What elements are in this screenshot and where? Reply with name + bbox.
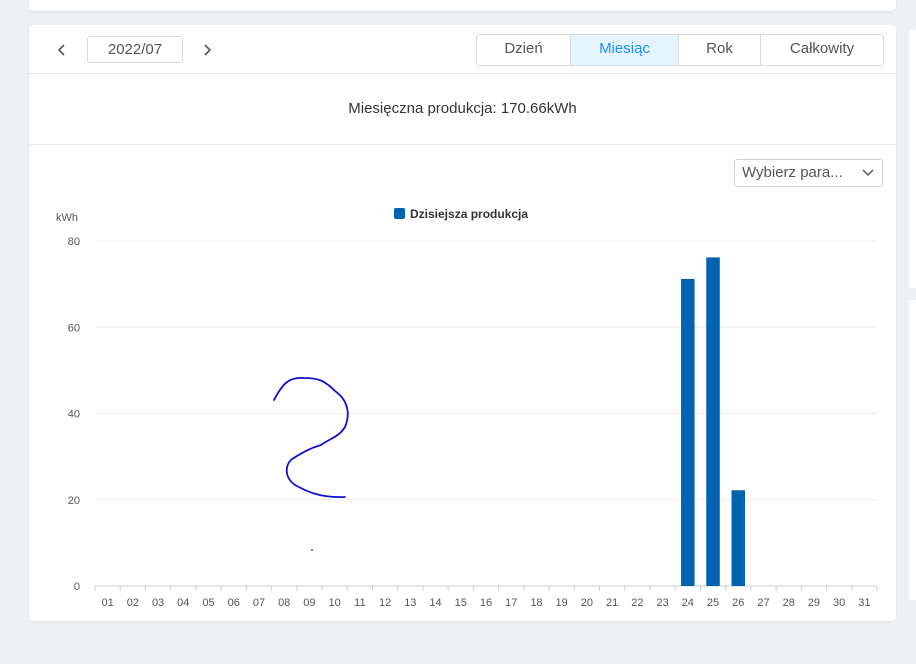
x-tick-label: 23 xyxy=(656,597,668,609)
side-panel-edge xyxy=(909,30,916,288)
x-axis: 01 02 03 04 05 06 07 08 09 10 11 12 13 14 15 16 17 18 19 20… xyxy=(94,585,878,609)
x-tick-label: 17 xyxy=(505,597,517,609)
grid xyxy=(95,240,877,501)
x-tick-label: 04 xyxy=(177,597,189,609)
annotation-dot xyxy=(311,549,313,551)
previous-card xyxy=(29,0,896,11)
x-tick-label: 09 xyxy=(303,597,315,609)
y-tick-label: 0 xyxy=(74,581,80,593)
x-tick-label: 06 xyxy=(228,597,240,609)
x-tick-label: 19 xyxy=(556,597,568,609)
x-tick-label: 24 xyxy=(682,597,694,609)
x-tick-label: 08 xyxy=(278,597,290,609)
x-tick-label: 26 xyxy=(732,597,744,609)
handwritten-annotation xyxy=(273,377,349,498)
x-tick-label: 22 xyxy=(631,597,643,609)
x-tick-label: 02 xyxy=(127,597,139,609)
legend-label: Dzisiejsza produkcja xyxy=(410,207,528,221)
y-tick-label: 20 xyxy=(68,495,80,507)
y-axis: 0 20 40 60 80 xyxy=(68,236,80,593)
x-tick-label: 15 xyxy=(455,597,467,609)
x-tick-label: 03 xyxy=(152,597,164,609)
x-tick-label: 11 xyxy=(354,597,365,609)
legend-swatch xyxy=(394,208,405,219)
y-axis-unit: kWh xyxy=(56,212,78,224)
bars xyxy=(681,257,746,586)
x-tick-label: 27 xyxy=(757,597,769,609)
y-tick-label: 40 xyxy=(68,409,80,421)
x-tick-label: 10 xyxy=(329,597,341,609)
x-tick-label: 01 xyxy=(101,597,113,609)
bar xyxy=(681,278,695,586)
x-tick-label: 31 xyxy=(858,597,870,609)
x-tick-label: 30 xyxy=(833,597,845,609)
production-card: 2022/07 Dzień Miesiąc Rok Całkowity Mies… xyxy=(29,25,896,621)
side-panel-edge-lower xyxy=(909,300,916,600)
bar xyxy=(731,490,746,586)
x-tick-label: 21 xyxy=(606,597,618,609)
x-tick-label: 05 xyxy=(202,597,214,609)
y-tick-label: 80 xyxy=(68,236,80,248)
bar xyxy=(706,257,720,586)
legend: Dzisiejsza produkcja xyxy=(394,207,528,221)
x-tick-label: 07 xyxy=(253,597,265,609)
x-tick-label: 28 xyxy=(783,597,795,609)
production-chart: kWh Dzisiejsza produkcja 020406080 01 02 0… xyxy=(56,207,878,609)
y-tick-label: 60 xyxy=(68,322,80,334)
x-tick-label: 25 xyxy=(707,597,719,609)
x-tick-label: 14 xyxy=(429,597,441,609)
x-tick-label: 13 xyxy=(404,597,416,609)
x-tick-label: 16 xyxy=(480,597,492,609)
x-tick-label: 29 xyxy=(808,597,820,609)
x-tick-label: 20 xyxy=(581,597,593,609)
x-tick-label: 18 xyxy=(530,597,542,609)
x-tick-label: 12 xyxy=(379,597,391,609)
